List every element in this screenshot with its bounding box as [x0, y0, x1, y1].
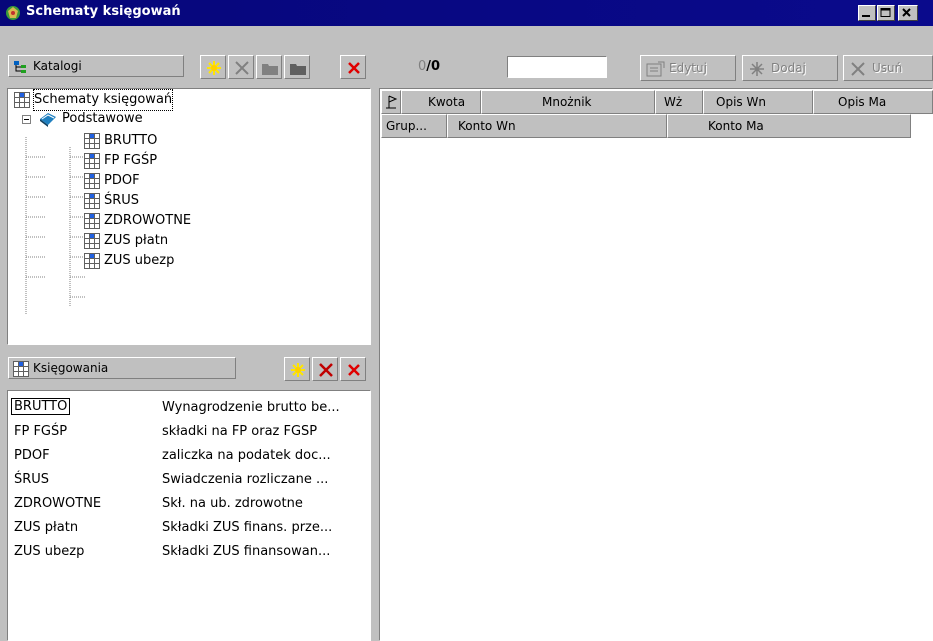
delete-x-icon [319, 363, 333, 377]
postings-label: Księgowania [33, 361, 109, 375]
list-item[interactable]: ZUS płatn Składki ZUS finans. prze... [12, 517, 368, 540]
posting-desc: Skł. na ub. zdrowotne [162, 496, 303, 511]
collapse-icon [22, 115, 31, 124]
list-item[interactable]: BRUTTO Wynagrodzenie brutto be... [10, 397, 368, 420]
column-header[interactable]: Konto Wn [447, 114, 667, 138]
close-window-button[interactable] [898, 5, 918, 21]
posting-desc: zaliczka na podatek doc... [162, 448, 331, 463]
column-header[interactable]: Opis Ma [813, 90, 933, 114]
new-icon [291, 363, 305, 377]
catalog-tree[interactable]: Schematy księgowań Podstawowe BRUTTO FP … [7, 88, 371, 345]
column-header[interactable]: Kwota [401, 90, 481, 114]
delete-label: Usuń [872, 61, 903, 75]
edit-label: Edytuj [669, 61, 707, 75]
catalogs-header: Katalogi [8, 55, 184, 77]
table-icon [13, 361, 29, 377]
remove-posting-button[interactable] [340, 357, 366, 381]
tree-item-label: FP FGŚP [104, 153, 158, 168]
column-header[interactable]: Konto Ma [667, 114, 911, 138]
column-header-sort[interactable] [381, 90, 401, 114]
edit-icon [646, 61, 665, 77]
add-button[interactable]: Dodaj [742, 55, 838, 81]
new-icon [207, 61, 221, 75]
minimize-icon [862, 15, 870, 17]
table-icon [84, 173, 100, 189]
folder-icon [262, 64, 278, 75]
add-label: Dodaj [771, 61, 806, 75]
delete-posting-button[interactable] [312, 357, 338, 381]
posting-desc: Składki ZUS finans. prze... [162, 520, 333, 535]
record-counter: 0/0 [418, 59, 440, 74]
posting-desc: Składki ZUS finansowan... [162, 544, 331, 559]
counter-total: 0 [431, 59, 441, 74]
new-catalog-button[interactable] [200, 55, 226, 79]
maximize-icon [880, 8, 891, 17]
list-item[interactable]: ZDROWOTNE Skł. na ub. zdrowotne [12, 493, 368, 516]
close-icon [902, 8, 911, 17]
table-icon [84, 253, 100, 269]
close-red-icon [348, 62, 360, 74]
list-item[interactable]: PDOF zaliczka na podatek doc... [12, 445, 368, 468]
posting-desc: składki na FP oraz FGŚP [162, 424, 318, 439]
tree-group-label: Podstawowe [62, 111, 143, 126]
table-icon [84, 213, 100, 229]
list-item[interactable]: FP FGŚP składki na FP oraz FGŚP [12, 421, 368, 444]
remove-catalog-button[interactable] [340, 55, 366, 79]
posting-code: ZUS płatn [14, 520, 79, 535]
posting-code: BRUTTO [10, 398, 71, 415]
posting-desc: Wynagrodzenie brutto be... [162, 400, 340, 415]
tree-item-label: ŚRUS [104, 193, 140, 208]
tree-item-label: ZUS płatn [104, 233, 169, 248]
posting-code: FP FGŚP [14, 424, 68, 439]
tree-item-label: PDOF [104, 173, 140, 188]
folder-dark-button[interactable] [284, 55, 310, 79]
title-bar[interactable]: Schematy księgowań [0, 0, 933, 26]
posting-code: ZUS ubezp [14, 544, 85, 559]
postings-header: Księgowania [8, 357, 236, 379]
posting-code: ZDROWOTNE [14, 496, 102, 511]
delete-x-icon [235, 61, 249, 75]
column-header[interactable]: Wż [655, 90, 703, 114]
folder-button[interactable] [256, 55, 282, 79]
tree-icon [14, 61, 26, 73]
catalogs-label: Katalogi [33, 59, 82, 73]
window-title: Schematy księgowań [26, 4, 181, 19]
sort-icon [386, 95, 398, 109]
postings-list[interactable]: BRUTTO Wynagrodzenie brutto be... FP FGŚ… [7, 390, 371, 641]
list-item[interactable]: ZUS ubezp Składki ZUS finansowan... [12, 541, 368, 564]
column-header[interactable]: Opis Wn [703, 90, 813, 114]
new-posting-button[interactable] [284, 357, 310, 381]
splitter[interactable] [373, 26, 376, 641]
delete-catalog-button[interactable] [228, 55, 254, 79]
folder-dark-icon [290, 64, 306, 75]
book-icon [40, 113, 56, 127]
table-icon [14, 92, 30, 108]
delete-button[interactable]: Usuń [843, 55, 933, 81]
delete-icon [851, 62, 865, 76]
edit-button[interactable]: Edytuj [640, 55, 736, 81]
close-red-icon [348, 364, 360, 376]
table-icon [84, 133, 100, 149]
postings-grid[interactable]: Kwota Mnożnik Wż Opis Wn Opis Ma Grup...… [379, 88, 933, 641]
tree-item-label: BRUTTO [104, 133, 158, 148]
tree-item-label: ZUS ubezp [104, 253, 175, 268]
column-header[interactable]: Mnożnik [481, 90, 655, 114]
column-header[interactable]: Grup... [381, 114, 447, 138]
list-item[interactable]: ŚRUS Świadczenia rozliczane ... [12, 469, 368, 492]
table-icon [84, 233, 100, 249]
posting-code: PDOF [14, 448, 50, 463]
maximize-button[interactable] [877, 5, 895, 21]
minimize-button[interactable] [858, 5, 876, 21]
table-icon [84, 193, 100, 209]
search-input[interactable] [507, 56, 607, 78]
main-window: Schematy księgowań Katalogi Schematy ksi… [0, 0, 933, 641]
tree-item-label: ZDROWOTNE [104, 213, 192, 228]
tree-root-label: Schematy księgowań [32, 89, 174, 111]
posting-desc: Świadczenia rozliczane ... [162, 472, 329, 487]
add-icon [750, 62, 764, 76]
posting-code: ŚRUS [14, 472, 50, 487]
table-icon [84, 153, 100, 169]
app-icon [6, 6, 20, 20]
